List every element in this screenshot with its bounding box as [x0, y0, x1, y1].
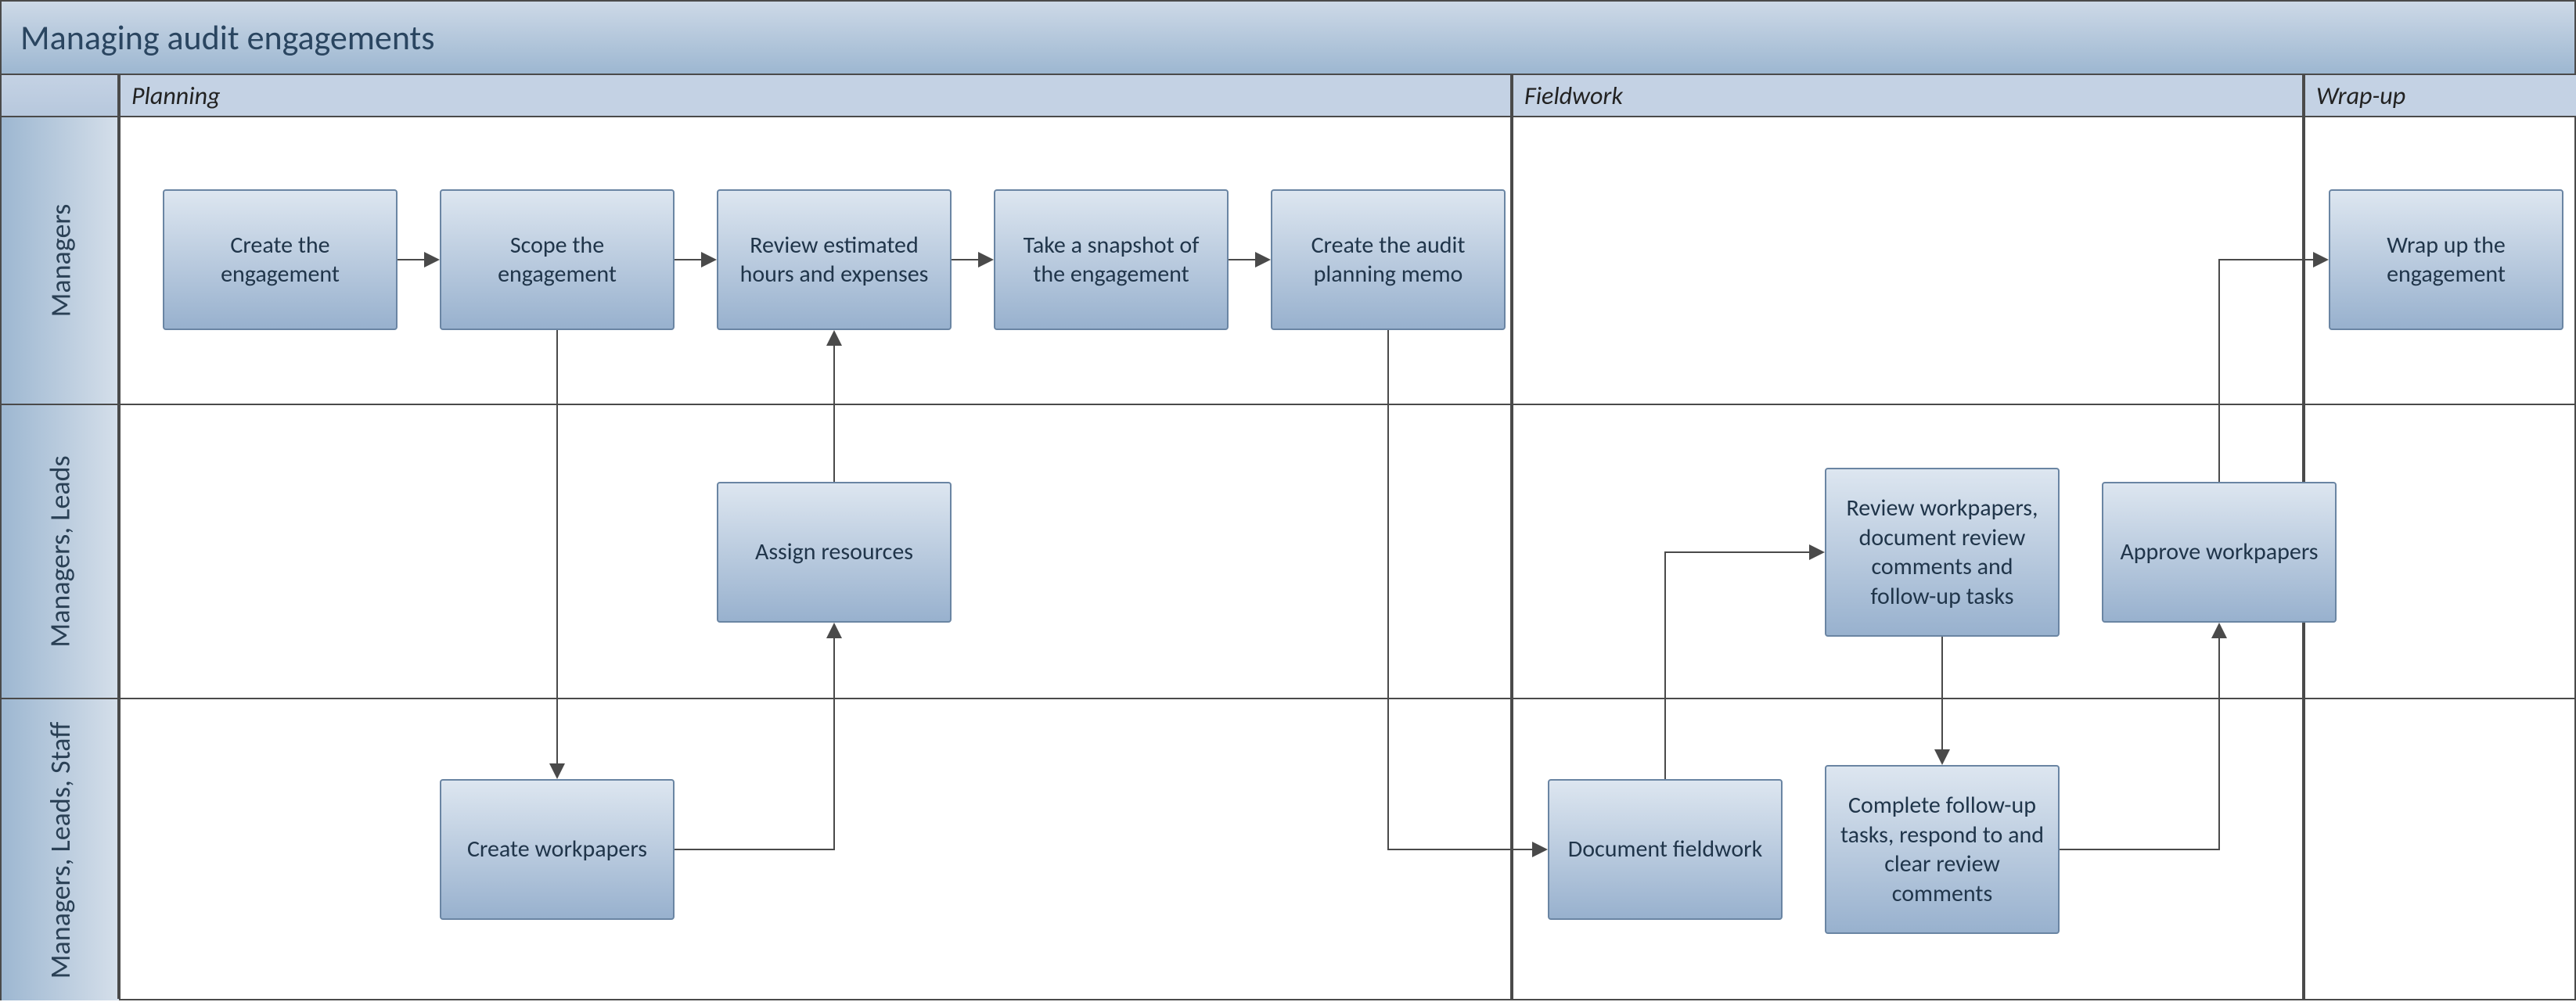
node-label: Scope the engagement	[455, 231, 659, 289]
lane-label-managers-leads-staff: Managers, Leads, Staff	[2, 699, 119, 1000]
swimlane-diagram: Managing audit engagements Planning Fiel…	[0, 0, 2576, 1000]
node-label: Create the audit planning memo	[1286, 231, 1490, 289]
node-label: Complete follow-up tasks, respond to and…	[1840, 791, 2044, 908]
node-label: Create the engagement	[178, 231, 382, 289]
diagram-title: Managing audit engagements	[20, 16, 434, 59]
vline-lane-col	[117, 75, 121, 999]
lane-managers-text: Managers	[43, 204, 77, 318]
node-approve-workpapers: Approve workpapers	[2102, 482, 2337, 623]
node-review-hours: Review estimated hours and expenses	[717, 189, 952, 330]
node-assign-resources: Assign resources	[717, 482, 952, 623]
node-label: Wrap up the engagement	[2344, 231, 2548, 289]
lane-label-managers-leads: Managers, Leads	[2, 405, 119, 699]
node-take-snapshot: Take a snapshot of the engagement	[994, 189, 1229, 330]
node-label: Assign resources	[755, 537, 913, 567]
phase-fieldwork: Fieldwork	[1512, 75, 2304, 116]
node-wrap-up: Wrap up the engagement	[2329, 189, 2563, 330]
phase-wrapup-label: Wrap-up	[2316, 81, 2405, 111]
phase-planning-label: Planning	[131, 81, 220, 111]
node-label: Take a snapshot of the engagement	[1009, 231, 1213, 289]
node-label: Review estimated hours and expenses	[732, 231, 936, 289]
lane-managers-leads-staff-text: Managers, Leads, Staff	[43, 721, 77, 978]
phase-fieldwork-label: Fieldwork	[1524, 81, 1623, 111]
node-create-engagement: Create the engagement	[163, 189, 398, 330]
node-label: Review workpapers, document review comme…	[1840, 494, 2044, 611]
node-label: Create workpapers	[467, 835, 647, 864]
phase-planning: Planning	[119, 75, 1512, 116]
node-label: Document fieldwork	[1568, 835, 1762, 864]
node-scope-engagement: Scope the engagement	[440, 189, 675, 330]
phase-corner-cell	[2, 75, 119, 116]
diagram-title-bar: Managing audit engagements	[2, 2, 2574, 75]
node-create-memo: Create the audit planning memo	[1271, 189, 1506, 330]
phase-wrapup: Wrap-up	[2304, 75, 2576, 116]
node-label: Approve workpapers	[2120, 537, 2318, 567]
lane-managers-leads-text: Managers, Leads	[43, 455, 77, 647]
phase-header-row: Planning Fieldwork Wrap-up	[2, 75, 2574, 117]
node-complete-followup: Complete follow-up tasks, respond to and…	[1825, 765, 2060, 934]
node-document-fieldwork: Document fieldwork	[1548, 779, 1783, 920]
vline-fieldwork	[1510, 75, 1513, 999]
node-review-workpapers: Review workpapers, document review comme…	[1825, 468, 2060, 637]
node-create-workpapers: Create workpapers	[440, 779, 675, 920]
lane-label-managers: Managers	[2, 117, 119, 405]
